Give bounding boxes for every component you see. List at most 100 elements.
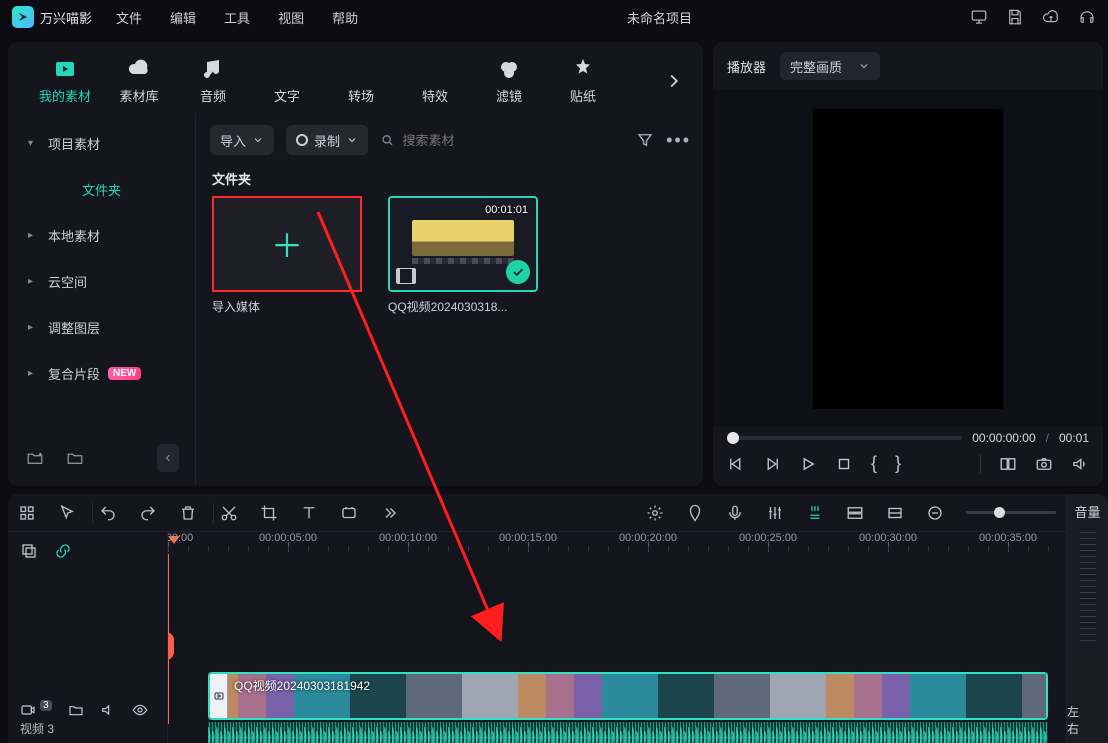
cut-icon[interactable] bbox=[220, 504, 238, 522]
progress-rail[interactable] bbox=[727, 436, 962, 440]
expand-tools-icon[interactable] bbox=[380, 504, 398, 522]
quality-select[interactable]: 完整画质 bbox=[780, 52, 880, 80]
clip-handle[interactable] bbox=[210, 674, 228, 718]
folder-icon[interactable] bbox=[66, 449, 84, 467]
cloud-icon[interactable] bbox=[1042, 8, 1060, 26]
link-track-icon[interactable] bbox=[846, 504, 864, 522]
import-card-caption: 导入媒体 bbox=[212, 298, 362, 315]
tab-filters[interactable]: 滤镜 bbox=[472, 56, 546, 105]
monitor-icon[interactable] bbox=[970, 8, 988, 26]
prev-frame-icon[interactable] bbox=[727, 455, 745, 473]
media-panel: 我的素材 素材库 音频 文字 转场 特效 bbox=[8, 42, 703, 486]
media-search-input[interactable] bbox=[403, 133, 625, 148]
new-folder-icon[interactable] bbox=[26, 449, 44, 467]
settings-cog-icon[interactable] bbox=[646, 504, 664, 522]
tab-my-media[interactable]: 我的素材 bbox=[28, 56, 102, 105]
tab-text[interactable]: 文字 bbox=[250, 56, 324, 105]
sidenav-local[interactable]: ▸ 本地素材 bbox=[18, 215, 185, 255]
folder-sm-icon[interactable] bbox=[68, 702, 84, 718]
chevron-down-icon bbox=[252, 134, 264, 146]
sidenav-folder[interactable]: 文件夹 bbox=[18, 169, 185, 209]
snapshot-icon[interactable] bbox=[1035, 455, 1053, 473]
timeline-tracks[interactable]: :00:0000:00:05:0000:00:10:0000:00:15:000… bbox=[168, 532, 1108, 743]
menu-tools[interactable]: 工具 bbox=[224, 8, 250, 27]
sidenav-compound[interactable]: ▸ 复合片段 NEW bbox=[18, 353, 185, 393]
video-track-header[interactable]: 3 bbox=[16, 698, 159, 718]
apps-icon[interactable] bbox=[18, 504, 36, 522]
playhead-handle[interactable] bbox=[168, 632, 174, 660]
redo-icon[interactable] bbox=[139, 504, 157, 522]
progress-knob[interactable] bbox=[727, 432, 739, 444]
caret-icon: ▸ bbox=[28, 230, 38, 241]
mark-in-icon[interactable]: { bbox=[871, 453, 877, 474]
save-icon[interactable] bbox=[1006, 8, 1024, 26]
timeline-audio-wave[interactable] bbox=[208, 722, 1048, 743]
media-toolbar: 导入 录制 ••• bbox=[196, 113, 703, 163]
volume-icon[interactable] bbox=[1071, 455, 1089, 473]
speed-icon[interactable] bbox=[340, 504, 358, 522]
mic-icon[interactable] bbox=[726, 504, 744, 522]
sidenav-adjust[interactable]: ▸ 调整图层 bbox=[18, 307, 185, 347]
tab-stock-label: 素材库 bbox=[119, 86, 158, 105]
mute-icon[interactable] bbox=[100, 702, 116, 718]
tab-stock[interactable]: 素材库 bbox=[102, 56, 176, 105]
audio-mix-icon[interactable] bbox=[766, 504, 784, 522]
video-track-icon bbox=[20, 702, 36, 718]
ruler-mark: 00:00:05:00 bbox=[259, 532, 317, 544]
support-icon[interactable] bbox=[1078, 8, 1096, 26]
tab-stickers[interactable]: 贴纸 bbox=[546, 56, 620, 105]
chevron-down-icon bbox=[346, 134, 358, 146]
import-dropdown[interactable]: 导入 bbox=[210, 125, 274, 155]
compare-icon[interactable] bbox=[999, 455, 1017, 473]
duplicate-icon[interactable] bbox=[20, 542, 38, 560]
menu-view[interactable]: 视图 bbox=[278, 8, 304, 27]
media-search[interactable] bbox=[380, 125, 624, 155]
audio-lr-label: 左 右 bbox=[1067, 703, 1108, 737]
tab-effects[interactable]: 特效 bbox=[398, 56, 472, 105]
text-tool-icon[interactable] bbox=[300, 504, 318, 522]
sidenav-cloud-label: 云空间 bbox=[48, 272, 87, 291]
filter-icon[interactable] bbox=[636, 131, 654, 149]
timeline-ruler[interactable]: :00:0000:00:05:0000:00:10:0000:00:15:000… bbox=[168, 532, 1108, 554]
zoom-knob[interactable] bbox=[994, 507, 1005, 518]
marker-icon[interactable] bbox=[686, 504, 704, 522]
crop-icon[interactable] bbox=[260, 504, 278, 522]
zoom-slider[interactable] bbox=[966, 511, 1056, 514]
ruler-mark: 00:00:35:00 bbox=[979, 532, 1037, 544]
pointer-icon[interactable] bbox=[58, 504, 76, 522]
timeline-clip[interactable]: QQ视频20240303181942 bbox=[208, 672, 1048, 720]
sidenav-bottom-tools bbox=[18, 438, 185, 478]
tab-transition[interactable]: 转场 bbox=[324, 56, 398, 105]
undo-icon[interactable] bbox=[99, 504, 117, 522]
audio-meter-panel: 音量 左 右 bbox=[1066, 532, 1108, 743]
mark-out-icon[interactable]: } bbox=[895, 453, 901, 474]
tabs-scroll-right-icon[interactable] bbox=[663, 70, 685, 92]
delete-icon[interactable] bbox=[179, 504, 197, 522]
media-clip-card[interactable]: 00:01:01 QQ视频2024030318... bbox=[388, 196, 538, 315]
eye-icon[interactable] bbox=[132, 702, 148, 718]
menu-help[interactable]: 帮助 bbox=[332, 8, 358, 27]
sidenav-project[interactable]: ▾ 项目素材 bbox=[18, 123, 185, 163]
stop-icon[interactable] bbox=[835, 455, 853, 473]
timeline-canvas[interactable]: QQ视频20240303181942 bbox=[168, 554, 1108, 724]
fit-icon[interactable] bbox=[886, 504, 904, 522]
project-title: 未命名项目 bbox=[627, 8, 692, 27]
record-dropdown[interactable]: 录制 bbox=[286, 125, 368, 155]
tab-audio-label: 音频 bbox=[200, 86, 226, 105]
menu-edit[interactable]: 编辑 bbox=[170, 8, 196, 27]
play-icon[interactable] bbox=[799, 455, 817, 473]
plus-icon: ＋ bbox=[271, 221, 303, 267]
collapse-sidenav-button[interactable] bbox=[157, 444, 179, 472]
sidenav-project-label: 项目素材 bbox=[48, 134, 100, 153]
tab-audio[interactable]: 音频 bbox=[176, 56, 250, 105]
magnet-icon[interactable] bbox=[806, 504, 824, 522]
menu-file[interactable]: 文件 bbox=[116, 8, 142, 27]
import-media-card[interactable]: ＋ 导入媒体 bbox=[212, 196, 362, 315]
zoom-out-icon[interactable] bbox=[926, 504, 944, 522]
sidenav-cloud[interactable]: ▸ 云空间 bbox=[18, 261, 185, 301]
divider bbox=[980, 455, 981, 473]
more-icon[interactable]: ••• bbox=[666, 130, 691, 151]
link-icon[interactable] bbox=[54, 542, 72, 560]
next-frame-icon[interactable] bbox=[763, 455, 781, 473]
player-viewport[interactable] bbox=[713, 90, 1103, 427]
